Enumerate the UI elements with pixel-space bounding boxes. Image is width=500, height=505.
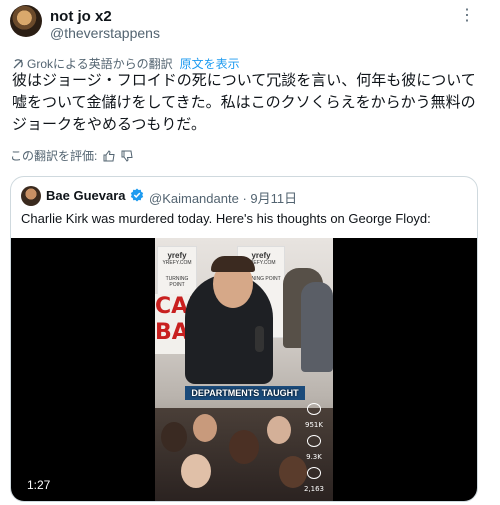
bg-person-2 [301,282,333,372]
crowd-head [181,454,211,488]
quoted-date[interactable]: 9月11日 [250,191,297,206]
crowd-head [229,430,259,464]
speaker-hair [211,256,255,272]
avatar[interactable] [10,5,42,37]
microphone [255,326,264,352]
rate-translation-row: この翻訳を評価: [10,147,133,164]
thumbs-up-icon[interactable] [103,149,115,162]
quoted-text: Charlie Kirk was murdered today. Here's … [21,211,431,226]
banner-turning-point: TURNING POINT [165,276,189,288]
comment-icon [307,435,321,447]
video-duration: 1:27 [27,478,51,492]
more-dots-icon[interactable]: ⋮ [459,5,476,25]
banner-logo: yrefy [167,251,187,260]
heart-icon [307,403,321,415]
grok-icon [13,58,23,68]
user-handle[interactable]: @theverstappens [50,25,160,41]
crowd-head [193,414,217,442]
rate-translation-label: この翻訳を評価: [10,149,98,163]
side-actions: 951K 9.3K 2,163 [301,403,327,493]
quoted-post[interactable]: Bae Guevara @Kaimandante · 9月11日 Charlie… [10,176,478,502]
shares-count: 2,163 [303,485,325,493]
quoted-display-name[interactable]: Bae Guevara [46,188,126,203]
post-text: 彼はジョージ・フロイドの死について冗談を言い、何年も彼について嘘をついて金儲けを… [12,72,476,133]
meta-separator: · [242,191,247,206]
likes-count: 951K [305,421,323,429]
display-name[interactable]: not jo x2 [50,8,112,25]
quoted-handle[interactable]: @Kaimandante [149,191,239,206]
verified-badge-icon [130,188,144,202]
crowd-head [267,416,291,444]
video-caption: DEPARTMENTS TAUGHT [185,386,305,400]
comments-count: 9.3K [306,453,322,461]
share-icon [307,467,321,479]
quoted-meta: @Kaimandante · 9月11日 [149,188,297,207]
thumbs-down-icon[interactable] [121,150,133,162]
video-frame: yrefy YREFY.COM TURNING POINT yrefy YREF… [155,238,333,501]
banner-sub: YREFY.COM [162,260,192,266]
crowd-head [161,422,187,452]
video-player[interactable]: yrefy YREFY.COM TURNING POINT yrefy YREF… [11,238,477,501]
quoted-avatar[interactable] [21,186,41,206]
